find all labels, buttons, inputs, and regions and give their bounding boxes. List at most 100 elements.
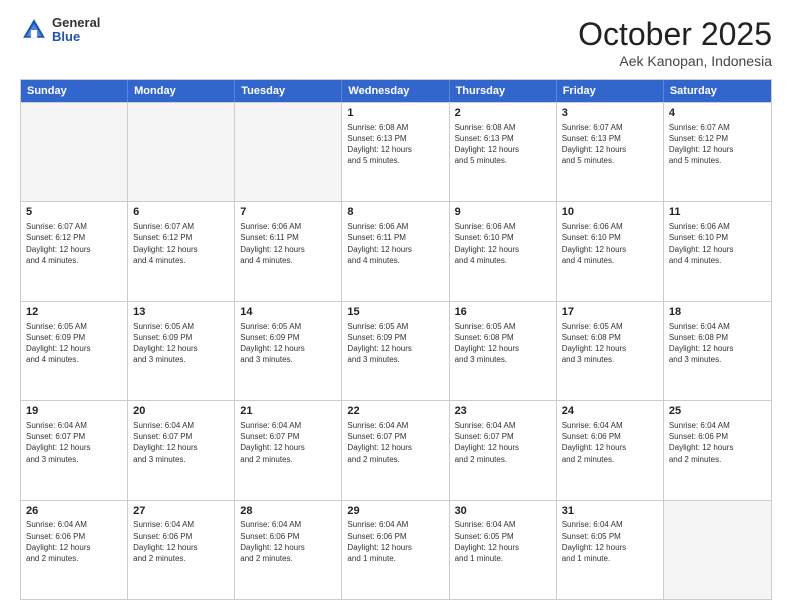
calendar-row-0: 1Sunrise: 6:08 AM Sunset: 6:13 PM Daylig… [21, 102, 771, 201]
cell-info: Sunrise: 6:04 AM Sunset: 6:07 PM Dayligh… [455, 420, 551, 465]
location: Aek Kanopan, Indonesia [578, 53, 772, 69]
day-3: 3Sunrise: 6:07 AM Sunset: 6:13 PM Daylig… [557, 103, 664, 201]
empty-cell [128, 103, 235, 201]
day-number: 2 [455, 106, 551, 121]
logo-text: General Blue [52, 16, 100, 45]
cell-info: Sunrise: 6:05 AM Sunset: 6:09 PM Dayligh… [26, 321, 122, 366]
day-number: 9 [455, 205, 551, 220]
day-number: 28 [240, 504, 336, 519]
day-number: 20 [133, 404, 229, 419]
day-15: 15Sunrise: 6:05 AM Sunset: 6:09 PM Dayli… [342, 302, 449, 400]
header-tuesday: Tuesday [235, 80, 342, 102]
header: General Blue October 2025 Aek Kanopan, I… [20, 16, 772, 69]
day-22: 22Sunrise: 6:04 AM Sunset: 6:07 PM Dayli… [342, 401, 449, 499]
day-number: 31 [562, 504, 658, 519]
logo: General Blue [20, 16, 100, 45]
cell-info: Sunrise: 6:04 AM Sunset: 6:05 PM Dayligh… [562, 519, 658, 564]
empty-cell [235, 103, 342, 201]
cell-info: Sunrise: 6:08 AM Sunset: 6:13 PM Dayligh… [347, 122, 443, 167]
cell-info: Sunrise: 6:04 AM Sunset: 6:05 PM Dayligh… [455, 519, 551, 564]
day-number: 16 [455, 305, 551, 320]
day-number: 24 [562, 404, 658, 419]
day-8: 8Sunrise: 6:06 AM Sunset: 6:11 PM Daylig… [342, 202, 449, 300]
day-20: 20Sunrise: 6:04 AM Sunset: 6:07 PM Dayli… [128, 401, 235, 499]
day-number: 23 [455, 404, 551, 419]
day-29: 29Sunrise: 6:04 AM Sunset: 6:06 PM Dayli… [342, 501, 449, 599]
day-24: 24Sunrise: 6:04 AM Sunset: 6:06 PM Dayli… [557, 401, 664, 499]
day-4: 4Sunrise: 6:07 AM Sunset: 6:12 PM Daylig… [664, 103, 771, 201]
day-23: 23Sunrise: 6:04 AM Sunset: 6:07 PM Dayli… [450, 401, 557, 499]
day-5: 5Sunrise: 6:07 AM Sunset: 6:12 PM Daylig… [21, 202, 128, 300]
day-27: 27Sunrise: 6:04 AM Sunset: 6:06 PM Dayli… [128, 501, 235, 599]
day-19: 19Sunrise: 6:04 AM Sunset: 6:07 PM Dayli… [21, 401, 128, 499]
day-11: 11Sunrise: 6:06 AM Sunset: 6:10 PM Dayli… [664, 202, 771, 300]
cell-info: Sunrise: 6:06 AM Sunset: 6:11 PM Dayligh… [347, 221, 443, 266]
cell-info: Sunrise: 6:08 AM Sunset: 6:13 PM Dayligh… [455, 122, 551, 167]
day-number: 25 [669, 404, 766, 419]
empty-cell [664, 501, 771, 599]
cell-info: Sunrise: 6:05 AM Sunset: 6:08 PM Dayligh… [455, 321, 551, 366]
header-saturday: Saturday [664, 80, 771, 102]
header-wednesday: Wednesday [342, 80, 449, 102]
day-number: 19 [26, 404, 122, 419]
cell-info: Sunrise: 6:04 AM Sunset: 6:06 PM Dayligh… [133, 519, 229, 564]
day-7: 7Sunrise: 6:06 AM Sunset: 6:11 PM Daylig… [235, 202, 342, 300]
day-number: 1 [347, 106, 443, 121]
day-13: 13Sunrise: 6:05 AM Sunset: 6:09 PM Dayli… [128, 302, 235, 400]
day-number: 14 [240, 305, 336, 320]
logo-blue: Blue [52, 30, 100, 44]
cell-info: Sunrise: 6:07 AM Sunset: 6:12 PM Dayligh… [26, 221, 122, 266]
header-friday: Friday [557, 80, 664, 102]
day-17: 17Sunrise: 6:05 AM Sunset: 6:08 PM Dayli… [557, 302, 664, 400]
day-28: 28Sunrise: 6:04 AM Sunset: 6:06 PM Dayli… [235, 501, 342, 599]
calendar-row-2: 12Sunrise: 6:05 AM Sunset: 6:09 PM Dayli… [21, 301, 771, 400]
logo-general: General [52, 16, 100, 30]
day-number: 12 [26, 305, 122, 320]
day-number: 7 [240, 205, 336, 220]
calendar-header: SundayMondayTuesdayWednesdayThursdayFrid… [21, 80, 771, 102]
calendar-row-3: 19 Sunrise: 6:04 AM Sunset: 6:07 PM Dayli… [21, 400, 771, 499]
cell-info: Sunrise: 6:05 AM Sunset: 6:08 PM Dayligh… [562, 321, 658, 366]
calendar-row-4: 26 Sunrise: 6:04 AM Sunset: 6:06 PM Dayli… [21, 500, 771, 599]
day-10: 10Sunrise: 6:06 AM Sunset: 6:10 PM Dayli… [557, 202, 664, 300]
cell-info: Sunrise: 6:04 AM Sunset: 6:07 PM Dayligh… [240, 420, 336, 465]
calendar-body: 1Sunrise: 6:08 AM Sunset: 6:13 PM Daylig… [21, 102, 771, 599]
cell-info: Sunrise: 6:06 AM Sunset: 6:10 PM Dayligh… [562, 221, 658, 266]
cell-info: Sunrise: 6:04 AM Sunset: 6:07 PM Dayligh… [347, 420, 443, 465]
cell-info: Sunrise: 6:06 AM Sunset: 6:10 PM Dayligh… [669, 221, 766, 266]
day-number: 18 [669, 305, 766, 320]
day-number: 6 [133, 205, 229, 220]
day-number: 3 [562, 106, 658, 121]
cell-info: Sunrise: 6:05 AM Sunset: 6:09 PM Dayligh… [240, 321, 336, 366]
day-number: 21 [240, 404, 336, 419]
day-30: 30Sunrise: 6:04 AM Sunset: 6:05 PM Dayli… [450, 501, 557, 599]
empty-cell [21, 103, 128, 201]
day-number: 29 [347, 504, 443, 519]
day-25: 25Sunrise: 6:04 AM Sunset: 6:06 PM Dayli… [664, 401, 771, 499]
day-number: 15 [347, 305, 443, 320]
calendar: SundayMondayTuesdayWednesdayThursdayFrid… [20, 79, 772, 600]
day-number: 26 [26, 504, 122, 519]
cell-info: Sunrise: 6:05 AM Sunset: 6:09 PM Dayligh… [347, 321, 443, 366]
day-number: 17 [562, 305, 658, 320]
cell-info: Sunrise: 6:04 AM Sunset: 6:06 PM Dayligh… [669, 420, 766, 465]
day-12: 12Sunrise: 6:05 AM Sunset: 6:09 PM Dayli… [21, 302, 128, 400]
day-number: 5 [26, 205, 122, 220]
cell-info: Sunrise: 6:04 AM Sunset: 6:06 PM Dayligh… [347, 519, 443, 564]
day-16: 16Sunrise: 6:05 AM Sunset: 6:08 PM Dayli… [450, 302, 557, 400]
day-31: 31Sunrise: 6:04 AM Sunset: 6:05 PM Dayli… [557, 501, 664, 599]
month-title: October 2025 [578, 16, 772, 53]
day-9: 9Sunrise: 6:06 AM Sunset: 6:10 PM Daylig… [450, 202, 557, 300]
day-number: 13 [133, 305, 229, 320]
day-1: 1Sunrise: 6:08 AM Sunset: 6:13 PM Daylig… [342, 103, 449, 201]
day-18: 18Sunrise: 6:04 AM Sunset: 6:08 PM Dayli… [664, 302, 771, 400]
cell-info: Sunrise: 6:04 AM Sunset: 6:07 PM Dayligh… [133, 420, 229, 465]
day-number: 10 [562, 205, 658, 220]
day-number: 22 [347, 404, 443, 419]
cell-info: Sunrise: 6:04 AM Sunset: 6:08 PM Dayligh… [669, 321, 766, 366]
header-thursday: Thursday [450, 80, 557, 102]
cell-info: Sunrise: 6:04 AM Sunset: 6:06 PM Dayligh… [240, 519, 336, 564]
day-number: 11 [669, 205, 766, 220]
calendar-row-1: 5Sunrise: 6:07 AM Sunset: 6:12 PM Daylig… [21, 201, 771, 300]
title-block: October 2025 Aek Kanopan, Indonesia [578, 16, 772, 69]
